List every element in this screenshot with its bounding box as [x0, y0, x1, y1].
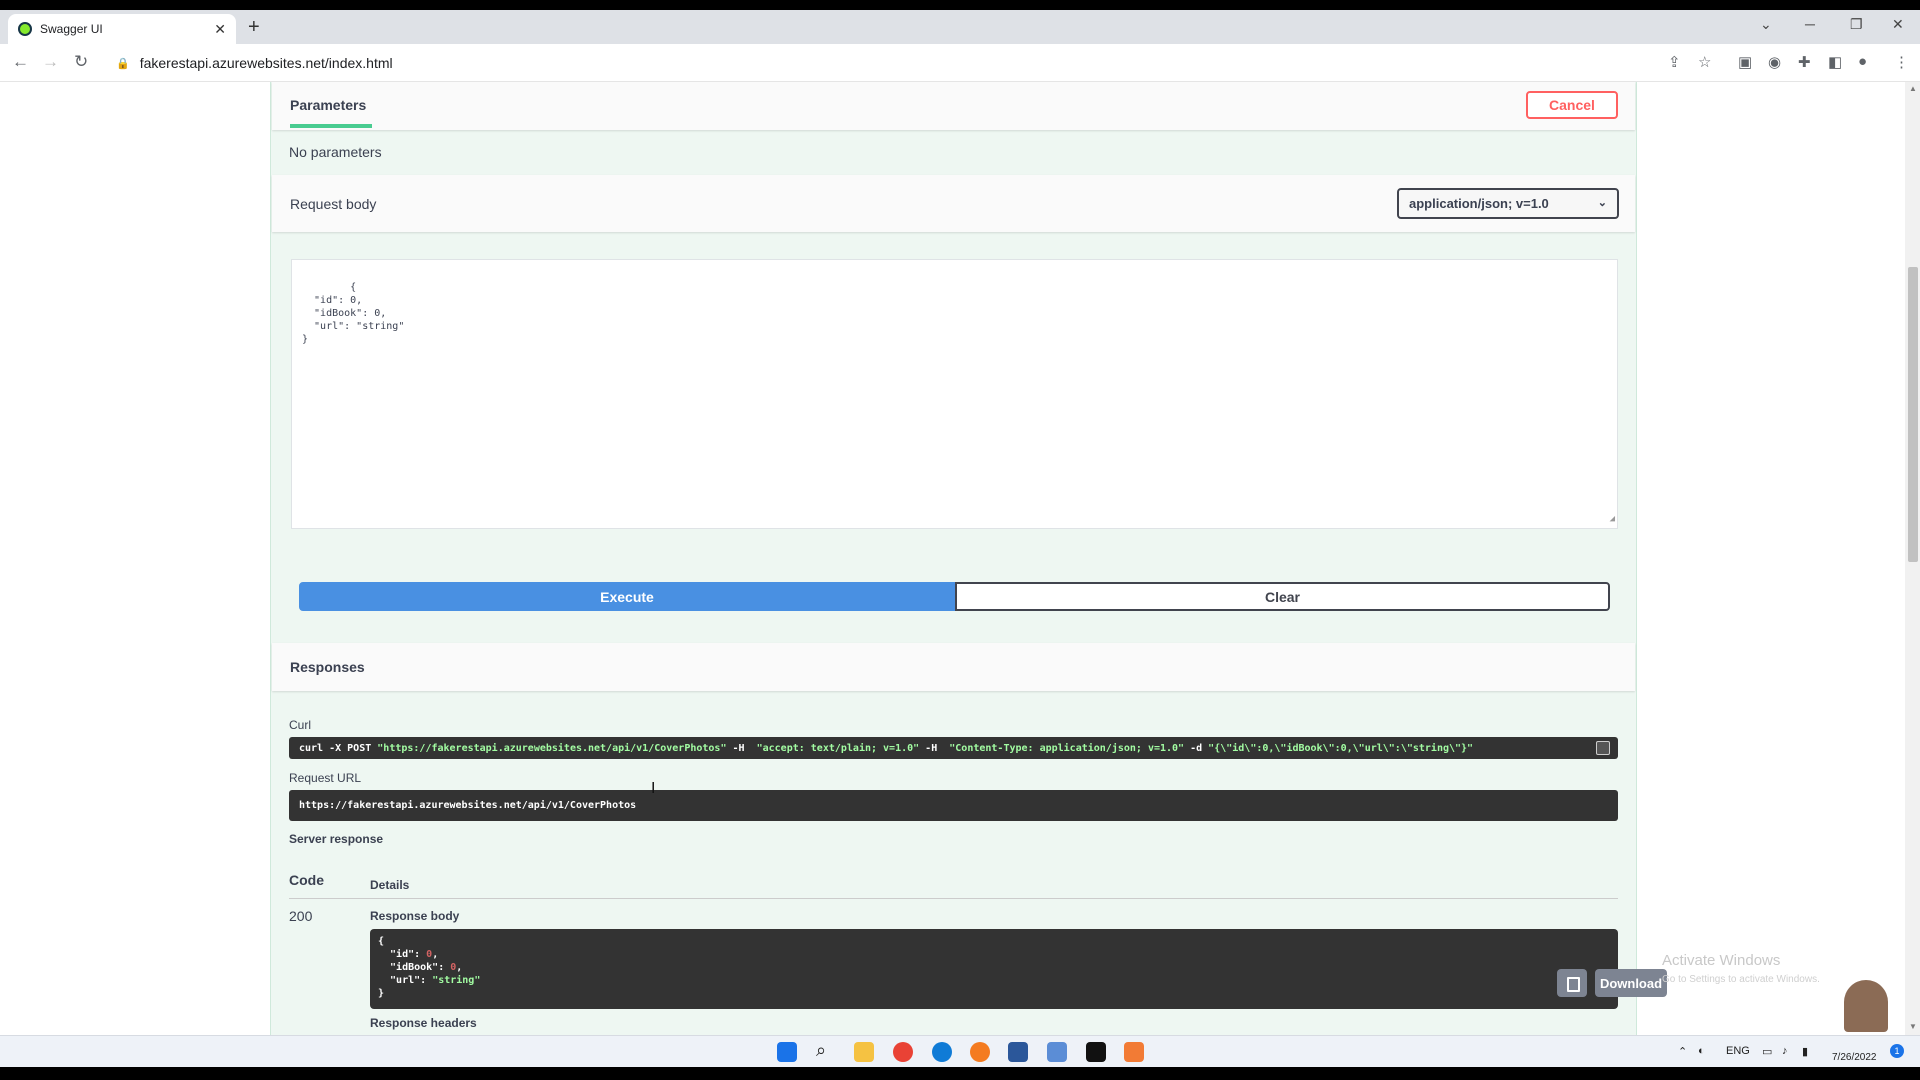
scrollbar-thumb[interactable]	[1908, 267, 1918, 562]
response-body-json: { "id": 0, "idBook": 0, "url": "string" …	[378, 936, 481, 999]
windows-start-icon[interactable]	[777, 1042, 797, 1062]
details-column-header: Details	[370, 878, 410, 892]
copy-curl-icon[interactable]	[1596, 741, 1610, 755]
response-code: 200	[289, 908, 313, 924]
search-icon[interactable]: ⌕	[816, 1040, 836, 1060]
tab-close-icon[interactable]: ✕	[214, 21, 226, 38]
extension-icon[interactable]: ▣	[1738, 53, 1752, 71]
lock-icon: 🔒	[116, 57, 130, 70]
chevron-down-icon: ⌄	[1597, 197, 1607, 209]
swagger-page: Parameters Cancel No parameters Request …	[0, 82, 1920, 1035]
postman-icon[interactable]	[970, 1042, 990, 1062]
curl-cmd: curl -X POST	[299, 742, 378, 754]
menu-kebab-icon[interactable]: ⋮	[1894, 53, 1909, 71]
cancel-button[interactable]: Cancel	[1526, 91, 1618, 119]
resize-grip-icon[interactable]: ◢	[1610, 513, 1615, 526]
url-text: fakerestapi.azurewebsites.net/index.html	[139, 55, 393, 71]
minimize-button[interactable]: ─	[1805, 16, 1815, 32]
presenter-webcam-avatar	[1844, 980, 1888, 1032]
table-divider	[289, 898, 1618, 899]
terminal-icon[interactable]	[1086, 1042, 1106, 1062]
text-cursor-icon: I	[651, 780, 656, 797]
profile-icon[interactable]: ●	[1858, 53, 1867, 70]
responses-title: Responses	[290, 659, 365, 675]
share-icon[interactable]: ⇪	[1668, 53, 1681, 71]
curl-accept: "accept: text/plain; v=1.0"	[756, 742, 920, 754]
curl-body: "{\"id\":0,\"idBook\":0,\"url\":\"string…	[1208, 742, 1474, 754]
xampp-icon[interactable]	[1124, 1042, 1144, 1062]
response-body-label: Response body	[370, 909, 460, 923]
responses-header: Responses	[272, 643, 1635, 691]
file-explorer-icon[interactable]	[854, 1042, 874, 1062]
no-parameters-text: No parameters	[289, 144, 382, 160]
parameters-tab-underline	[290, 124, 372, 128]
content-type-value: application/json; v=1.0	[1409, 196, 1549, 211]
tray-chevron-up-icon[interactable]: ⌃	[1678, 1045, 1687, 1058]
tray-app-icon[interactable]: ◐	[1698, 1045, 1705, 1057]
scroll-down-arrow-icon[interactable]: ▼	[1909, 1022, 1917, 1031]
tab-search-icon[interactable]: ⌄	[1760, 16, 1772, 33]
notification-badge[interactable]: 1	[1890, 1044, 1904, 1058]
operation-block-post: Parameters Cancel No parameters Request …	[270, 82, 1667, 1035]
puzzle-extensions-icon[interactable]: ✚	[1798, 53, 1811, 71]
window-close-button[interactable]: ✕	[1892, 16, 1904, 33]
request-body-label: Request body	[290, 196, 377, 212]
volume-icon[interactable]: ♪	[1782, 1045, 1788, 1057]
back-arrow-icon[interactable]: ←	[12, 52, 29, 72]
curl-content-type: "Content-Type: application/json; v=1.0"	[949, 742, 1185, 754]
notepad-icon[interactable]	[1047, 1042, 1067, 1062]
side-panel-icon[interactable]: ◧	[1828, 53, 1842, 71]
battery-icon[interactable]: ▮	[1802, 1045, 1808, 1058]
windows-taskbar: ⌕ ⌃ ◐ ENG ▭ ♪ ▮ 7/26/2022	[0, 1035, 1920, 1067]
date-text[interactable]: 7/26/2022	[1832, 1052, 1877, 1063]
extension-color-icon[interactable]: ◉	[1768, 53, 1781, 71]
tab-title: Swagger UI	[40, 22, 103, 36]
request-url-value: https://fakerestapi.azurewebsites.net/ap…	[299, 800, 637, 811]
request-url-label: Request URL	[289, 771, 362, 785]
network-icon[interactable]: ▭	[1762, 1045, 1772, 1058]
new-tab-button[interactable]: +	[248, 16, 260, 39]
response-body-box: { "id": 0, "idBook": 0, "url": "string" …	[370, 929, 1667, 1009]
copy-response-icon[interactable]	[1557, 969, 1587, 997]
forward-arrow-icon[interactable]: →	[42, 52, 59, 72]
request-body-json: { "id": 0, "idBook": 0, "url": "string" …	[302, 282, 405, 345]
content-type-select[interactable]: application/json; v=1.0 ⌄	[1397, 188, 1619, 219]
request-body-editor[interactable]: { "id": 0, "idBook": 0, "url": "string" …	[291, 259, 1618, 529]
address-bar[interactable]: 🔒 fakerestapi.azurewebsites.net/index.ht…	[106, 49, 1666, 77]
bookmark-star-icon[interactable]: ☆	[1698, 53, 1711, 71]
parameters-header: Parameters Cancel	[272, 82, 1635, 130]
request-body-header: Request body application/json; v=1.0 ⌄	[272, 175, 1635, 232]
download-button[interactable]: Download	[1595, 969, 1667, 997]
word-icon[interactable]	[1008, 1042, 1028, 1062]
scroll-up-arrow-icon[interactable]: ▲	[1909, 84, 1917, 93]
browser-toolbar: ← → ↻ 🔒 fakerestapi.azurewebsites.net/in…	[0, 44, 1920, 82]
parameters-tab[interactable]: Parameters	[290, 97, 366, 113]
curl-url: "https://fakerestapi.azurewebsites.net/a…	[377, 742, 727, 754]
request-url-box: https://fakerestapi.azurewebsites.net/ap…	[289, 790, 1618, 821]
language-indicator[interactable]: ENG	[1726, 1045, 1750, 1057]
activate-windows-title: Activate Windows	[1662, 952, 1781, 969]
activate-windows-subtitle: Go to Settings to activate Windows.	[1662, 974, 1820, 985]
curl-label: Curl	[289, 718, 312, 732]
edge-icon[interactable]	[932, 1042, 952, 1062]
server-response-label: Server response	[289, 832, 384, 846]
browser-tab-swagger[interactable]: Swagger UI ✕	[8, 14, 236, 44]
response-headers-label: Response headers	[370, 1016, 477, 1030]
curl-h2: -H	[919, 742, 950, 754]
curl-d: -d	[1184, 742, 1209, 754]
browser-tab-bar: Swagger UI ✕ + ⌄ ─ ❐ ✕	[0, 10, 1920, 44]
code-column-header: Code	[289, 872, 324, 888]
curl-h1: -H	[726, 742, 757, 754]
chrome-icon[interactable]	[893, 1042, 913, 1062]
swagger-favicon-icon	[18, 22, 32, 36]
screen: Swagger UI ✕ + ⌄ ─ ❐ ✕ ← → ↻ 🔒 fakeresta…	[0, 10, 1920, 1067]
execute-button[interactable]: Execute	[299, 582, 955, 611]
restore-button[interactable]: ❐	[1850, 16, 1863, 33]
curl-command-box: curl -X POST "https://fakerestapi.azurew…	[289, 737, 1618, 759]
reload-icon[interactable]: ↻	[74, 52, 88, 72]
clear-button[interactable]: Clear	[955, 582, 1610, 611]
